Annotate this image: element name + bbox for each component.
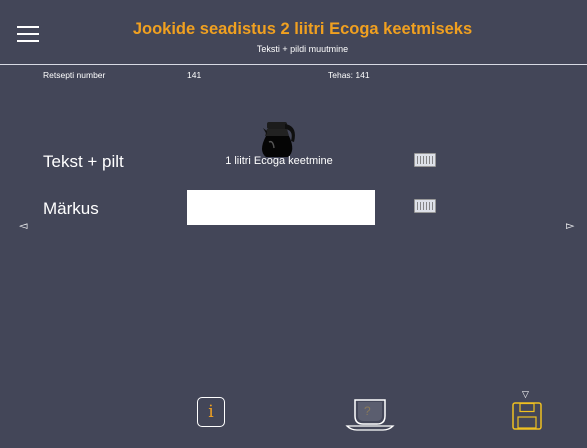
prev-arrow-icon[interactable]: ◅ bbox=[19, 219, 27, 232]
help-question-mark: ? bbox=[364, 404, 371, 418]
text-image-label: Tekst + pilt bbox=[43, 152, 124, 171]
menu-icon-bar bbox=[17, 40, 39, 42]
info-icon: i bbox=[208, 402, 214, 422]
menu-icon-bar bbox=[17, 26, 39, 28]
save-marker-icon: ▽ bbox=[522, 389, 529, 399]
page-title: Jookide seadistus 2 liitri Ecoga keetmis… bbox=[132, 20, 473, 38]
save-icon[interactable] bbox=[512, 402, 542, 430]
recipe-number-value: 141 bbox=[187, 70, 202, 80]
coffee-pot-icon[interactable] bbox=[255, 115, 305, 160]
header-divider bbox=[0, 64, 587, 65]
info-button[interactable]: i bbox=[197, 397, 225, 427]
factory-value: Tehas: 141 bbox=[328, 70, 370, 80]
next-arrow-icon[interactable]: ▻ bbox=[566, 219, 574, 232]
note-input[interactable] bbox=[187, 190, 375, 225]
keyboard-icon[interactable] bbox=[414, 153, 436, 167]
note-label: Märkus bbox=[43, 199, 99, 218]
keyboard-icon[interactable] bbox=[414, 199, 436, 213]
menu-icon-bar bbox=[17, 33, 39, 35]
page-subtitle: Teksti + pildi muutmine bbox=[256, 44, 349, 54]
text-image-value[interactable]: 1 liitri Ecoga keetmine bbox=[187, 155, 371, 167]
recipe-number-label: Retsepti number bbox=[43, 70, 106, 80]
menu-button[interactable] bbox=[17, 26, 39, 42]
